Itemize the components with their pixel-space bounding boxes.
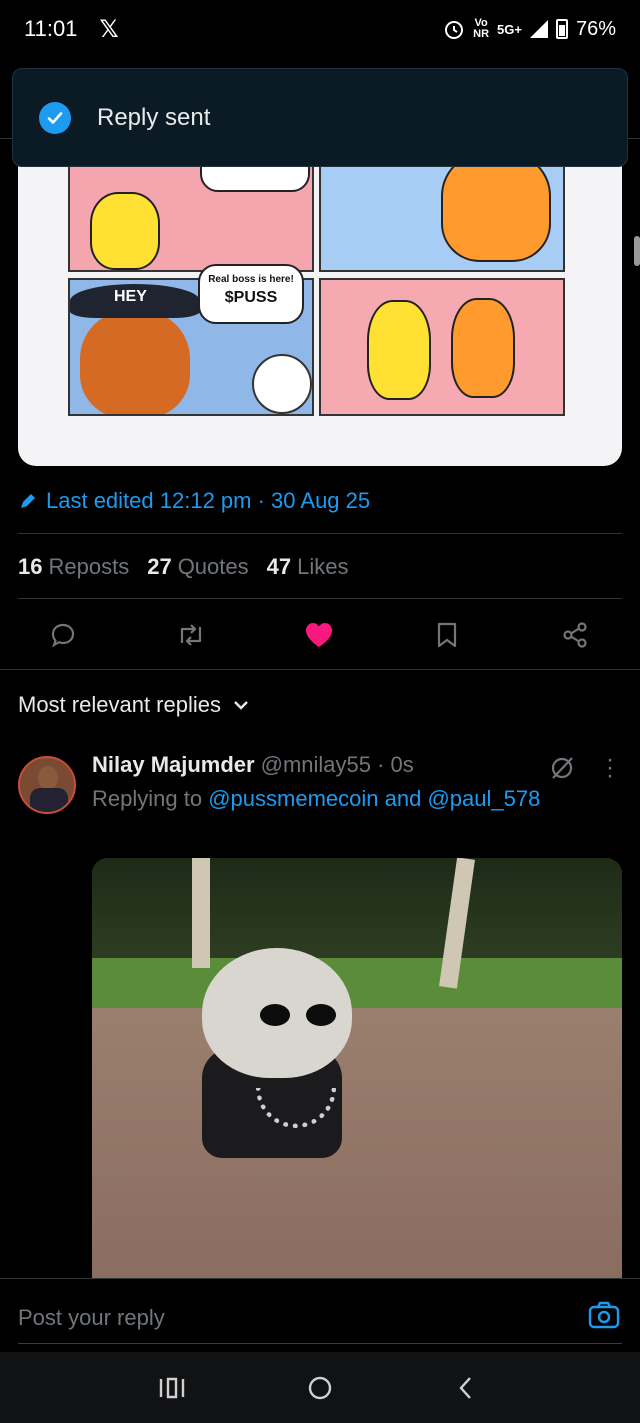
recent-apps-icon[interactable]	[154, 1370, 190, 1406]
comic-panel-2	[319, 160, 565, 272]
avatar-head	[38, 766, 58, 790]
grok-icon[interactable]	[548, 754, 576, 787]
edited-indicator[interactable]: Last edited 12:12 pm · 30 Aug 25	[18, 488, 370, 514]
speech-bubble-puss: Real boss is here! $PUSS	[198, 264, 304, 324]
divider	[0, 669, 640, 670]
reply-sort-dropdown[interactable]: Most relevant replies	[18, 692, 249, 718]
alarm-icon	[445, 21, 464, 39]
bubble-line-2: $PUSS	[224, 289, 278, 306]
repost-icon[interactable]	[174, 618, 208, 652]
post-stats: 16 Reposts 27 Quotes 47 Likes	[18, 554, 348, 580]
battery-level: 76%	[575, 17, 616, 40]
comic-panel-4	[319, 278, 565, 416]
post-actions	[0, 612, 640, 658]
more-options-icon[interactable]: · · ·	[600, 748, 620, 788]
battery-icon	[555, 19, 568, 39]
reposts-count: 16	[18, 554, 43, 579]
comic-panel-1	[68, 160, 314, 272]
volte-indicator: Vo NR	[473, 18, 489, 40]
edited-text: Last edited 12:12 pm · 30 Aug 25	[46, 488, 371, 513]
reply-author-name[interactable]: Nilay Majumder	[92, 752, 255, 778]
bookmark-icon[interactable]	[430, 618, 464, 652]
yellow-cat-dancing-icon	[367, 300, 431, 400]
reply-author-meta[interactable]: @mnilay55 · 0s	[261, 752, 414, 778]
signal-icon	[529, 20, 548, 38]
sunglasses-icon	[260, 1004, 340, 1026]
orange-cat-icon	[441, 162, 551, 262]
heart-icon[interactable]	[302, 618, 336, 652]
quotes-stat[interactable]: 27 Quotes	[147, 554, 248, 580]
network-bottom-label: NR	[473, 28, 490, 40]
puss-in-boots-image	[80, 310, 190, 414]
back-icon[interactable]	[448, 1370, 484, 1406]
quotes-count: 27	[147, 554, 172, 579]
status-bar: 11:01 𝕏 Vo NR 5G+ 76%	[0, 0, 640, 58]
likes-count: 47	[266, 554, 292, 579]
reposts-label: Reposts	[48, 554, 130, 579]
avatar-shirt	[30, 788, 68, 812]
orange-cat-dancing-icon	[451, 298, 515, 398]
reply-input[interactable]: Post your reply	[18, 1305, 165, 1331]
bubble-line-1: Real boss is here!	[208, 274, 294, 285]
likes-label: Likes	[297, 554, 349, 579]
share-icon[interactable]	[558, 618, 592, 652]
network-type: 5G+	[497, 21, 522, 37]
pencil-icon	[21, 494, 35, 508]
divider	[18, 1343, 622, 1344]
scrollbar-thumb[interactable]	[634, 236, 640, 266]
comment-icon[interactable]	[46, 618, 80, 652]
system-navigation-bar	[0, 1352, 640, 1423]
yellow-cat-icon	[90, 192, 160, 270]
x-logo-icon: 𝕏	[99, 15, 119, 43]
post-media[interactable]: HEY Real boss is here! $PUSS	[18, 140, 622, 466]
hey-text: HEY	[114, 288, 147, 305]
chevron-down-icon	[234, 701, 248, 710]
reply-composer: Post your reply	[0, 1278, 640, 1352]
divider	[18, 598, 622, 599]
mention-link[interactable]: @paul_578	[427, 786, 540, 811]
replying-prefix: Replying to	[92, 786, 203, 811]
sort-label: Most relevant replies	[18, 692, 221, 717]
avatar[interactable]	[18, 756, 76, 814]
home-icon[interactable]	[302, 1370, 338, 1406]
smoke-cloud-image	[252, 354, 312, 414]
reply-media[interactable]	[92, 858, 622, 1278]
status-icons: Vo NR 5G+ 76%	[443, 18, 616, 41]
camera-icon[interactable]	[588, 1301, 620, 1334]
status-time: 11:01	[24, 16, 78, 41]
cool-cat-image	[192, 948, 372, 1158]
mention-and: and	[384, 786, 422, 811]
divider	[18, 533, 622, 534]
quotes-label: Quotes	[177, 554, 249, 579]
reply-sent-toast: Reply sent	[12, 68, 628, 167]
toast-text: Reply sent	[97, 103, 211, 131]
replying-to: Replying to @pussmemecoin and @paul_578	[92, 786, 540, 812]
likes-stat[interactable]: 47 Likes	[267, 554, 349, 580]
reply-header: Nilay Majumder @mnilay55 · 0s	[92, 752, 414, 778]
mention-link[interactable]: @pussmemecoin	[208, 786, 378, 811]
check-circle-icon	[39, 101, 71, 134]
reposts-stat[interactable]: 16 Reposts	[18, 554, 129, 580]
